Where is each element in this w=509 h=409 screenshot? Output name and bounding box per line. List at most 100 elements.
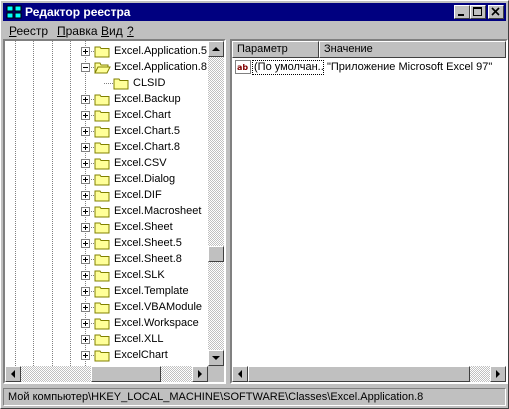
collapse-icon[interactable] <box>81 63 90 72</box>
arrow-right-icon <box>198 370 202 378</box>
tree-item-label: Excel.Macrosheet <box>114 205 202 217</box>
menu-edit[interactable]: Правка <box>57 24 98 38</box>
tree-item[interactable]: Excel.Template <box>5 283 208 299</box>
menu-view[interactable]: Вид <box>101 24 123 38</box>
registry-editor-window: Редактор реестра Реестр Правка Вид ? Exc… <box>0 0 509 409</box>
tree-item[interactable]: Excel.XLL <box>5 331 208 347</box>
list-hscroll-thumb[interactable] <box>248 366 470 382</box>
expand-icon[interactable] <box>81 271 90 280</box>
tree-item[interactable]: Excel.Chart.8 <box>5 139 208 155</box>
folder-icon <box>94 174 110 186</box>
tree-item-label: Excel.Application.5 <box>114 45 207 57</box>
close-button[interactable] <box>488 5 504 19</box>
key-tree: Excel.Application.5 Excel.Application.8 CL… <box>5 41 208 366</box>
arrow-right-icon <box>496 370 500 378</box>
list-scroll-left-button[interactable] <box>232 366 248 382</box>
expand-icon[interactable] <box>81 207 90 216</box>
tree-scroll-left-button[interactable] <box>5 366 21 382</box>
tree-item[interactable]: Excel.VBAModule <box>5 299 208 315</box>
tree-scroll-down-button[interactable] <box>208 350 224 366</box>
expand-icon[interactable] <box>81 303 90 312</box>
tree-item[interactable]: Excel.Sheet.8 <box>5 251 208 267</box>
expand-icon[interactable] <box>81 47 90 56</box>
arrow-down-icon <box>212 356 220 360</box>
expand-icon[interactable] <box>81 159 90 168</box>
tree-item-label: Excel.XLL <box>114 333 164 345</box>
value-name[interactable]: (По умолчан... <box>252 60 324 75</box>
tree-item-label: Excel.Sheet.8 <box>114 253 182 265</box>
expand-icon[interactable] <box>81 143 90 152</box>
tree-horizontal-scrollbar[interactable] <box>5 366 208 382</box>
expand-icon[interactable] <box>81 287 90 296</box>
expand-icon[interactable] <box>81 191 90 200</box>
value-row[interactable]: ab (По умолчан... "Приложение Microsoft … <box>232 59 506 75</box>
maximize-icon <box>473 7 482 16</box>
expand-icon[interactable] <box>81 111 90 120</box>
list-scroll-right-button[interactable] <box>490 366 506 382</box>
window-title: Редактор реестра <box>25 5 131 19</box>
tree-item-label: Excel.Backup <box>114 93 181 105</box>
tree-item[interactable]: CLSID <box>5 75 208 91</box>
svg-text:ab: ab <box>237 63 248 72</box>
tree-vertical-scrollbar[interactable] <box>208 41 224 366</box>
tree-item[interactable]: Excel.Backup <box>5 91 208 107</box>
tree-item[interactable]: Excel.Chart <box>5 107 208 123</box>
tree-hscroll-thumb[interactable] <box>91 366 161 382</box>
column-header-value[interactable]: Значение <box>319 41 506 58</box>
tree-item[interactable]: ExcelChart <box>5 347 208 363</box>
tree-item-label: Excel.Chart.8 <box>114 141 181 153</box>
list-horizontal-scrollbar[interactable] <box>232 366 506 382</box>
tree-scroll-thumb[interactable] <box>208 246 224 262</box>
tree-item[interactable]: Excel.Workspace <box>5 315 208 331</box>
folder-icon <box>94 126 110 138</box>
expand-icon[interactable] <box>81 319 90 328</box>
title-bar[interactable]: Редактор реестра <box>3 3 506 21</box>
column-header-name[interactable]: Параметр <box>232 41 319 58</box>
menu-help[interactable]: ? <box>127 24 134 38</box>
status-path: Мой компьютер\HKEY_LOCAL_MACHINE\SOFTWAR… <box>8 391 424 403</box>
folder-icon <box>94 46 110 58</box>
folder-icon <box>94 270 110 282</box>
tree-item-label: ExcelChart <box>114 349 168 361</box>
tree-item[interactable]: Excel.CSV <box>5 155 208 171</box>
expand-icon[interactable] <box>81 95 90 104</box>
tree-item[interactable]: Excel.Dialog <box>5 171 208 187</box>
key-tree-pane[interactable]: Excel.Application.5 Excel.Application.8 CL… <box>3 39 226 384</box>
folder-icon <box>94 206 110 218</box>
folder-icon <box>94 110 110 122</box>
maximize-button[interactable] <box>470 5 486 19</box>
menu-registry[interactable]: Реестр <box>9 24 48 38</box>
expand-icon[interactable] <box>81 351 90 360</box>
expand-icon[interactable] <box>81 239 90 248</box>
expand-icon[interactable] <box>81 223 90 232</box>
folder-icon <box>94 334 110 346</box>
tree-item-label: Excel.Dialog <box>114 173 176 185</box>
tree-item[interactable]: Excel.Sheet.5 <box>5 235 208 251</box>
tree-item-label: Excel.CSV <box>114 157 167 169</box>
tree-item-label: Excel.DIF <box>114 189 162 201</box>
tree-item[interactable]: Excel.Application.5 <box>5 43 208 59</box>
expand-icon[interactable] <box>81 175 90 184</box>
folder-icon <box>113 78 129 90</box>
tree-item[interactable]: Excel.Chart.5 <box>5 123 208 139</box>
values-list-pane[interactable]: Параметр Значение ab (По умолчан... "При… <box>230 39 508 384</box>
open-folder-icon <box>94 62 111 74</box>
tree-item[interactable]: Excel.Macrosheet <box>5 203 208 219</box>
tree-scroll-up-button[interactable] <box>208 41 224 57</box>
minimize-icon <box>458 14 464 16</box>
expand-icon[interactable] <box>81 335 90 344</box>
status-bar: Мой компьютер\HKEY_LOCAL_MACHINE\SOFTWAR… <box>3 388 506 406</box>
tree-scroll-right-button[interactable] <box>192 366 208 382</box>
folder-icon <box>94 158 110 170</box>
tree-item-label: Excel.Workspace <box>114 317 199 329</box>
registry-app-icon <box>6 5 22 19</box>
expand-icon[interactable] <box>81 127 90 136</box>
expand-icon[interactable] <box>81 255 90 264</box>
arrow-left-icon <box>11 370 15 378</box>
tree-item[interactable]: Excel.DIF <box>5 187 208 203</box>
minimize-button[interactable] <box>454 5 470 19</box>
tree-item[interactable]: Excel.Sheet <box>5 219 208 235</box>
tree-item[interactable]: Excel.Application.8 <box>5 59 208 75</box>
menu-bar: Реестр Правка Вид ? <box>3 22 506 40</box>
tree-item[interactable]: Excel.SLK <box>5 267 208 283</box>
